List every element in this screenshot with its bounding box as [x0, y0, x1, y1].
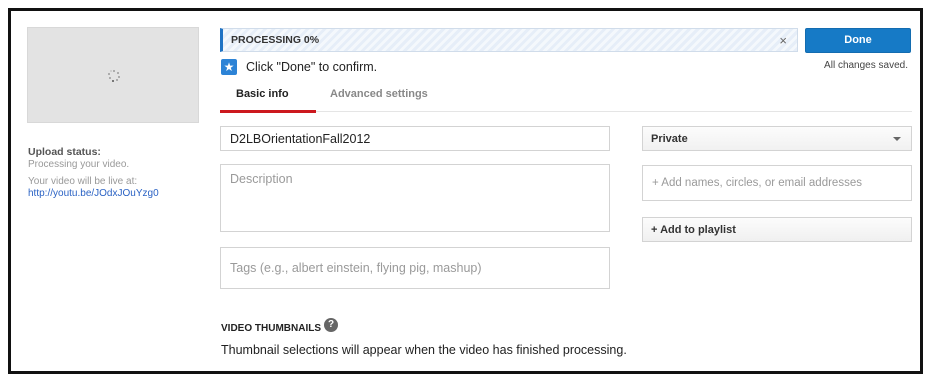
active-tab-indicator: [220, 110, 316, 113]
save-status: All changes saved.: [824, 60, 908, 71]
upload-status: Upload status: Processing your video. Yo…: [28, 146, 208, 200]
tab-advanced-settings[interactable]: Advanced settings: [330, 88, 428, 100]
thumbnails-heading-row: VIDEO THUMBNAILS ?: [221, 318, 627, 335]
processing-bar: PROCESSING 0% ×: [220, 28, 798, 52]
privacy-value: Private: [651, 133, 688, 145]
thumbnails-heading: VIDEO THUMBNAILS: [221, 322, 321, 334]
star-icon: ★: [221, 59, 237, 75]
live-url-caption: Your video will be live at:: [28, 176, 138, 187]
thumbnails-note: Thumbnail selections will appear when th…: [221, 343, 627, 357]
description-input[interactable]: [220, 164, 610, 232]
video-thumbnail: [27, 27, 199, 123]
tab-basic-info[interactable]: Basic info: [236, 88, 289, 100]
upload-panel: Upload status: Processing your video. Yo…: [8, 8, 923, 374]
privacy-select[interactable]: Private: [642, 126, 912, 151]
caret-down-icon: [893, 137, 901, 141]
done-button[interactable]: Done: [805, 28, 911, 53]
video-url-link[interactable]: http://youtu.be/JOdxJOuYzg0: [28, 188, 159, 199]
confirm-text: Click "Done" to confirm.: [246, 60, 378, 74]
close-icon[interactable]: ×: [779, 33, 787, 48]
processing-label: PROCESSING 0%: [231, 34, 320, 46]
video-thumbnails-section: VIDEO THUMBNAILS ? Thumbnail selections …: [221, 318, 627, 357]
loading-spinner-icon: [108, 70, 120, 82]
help-icon[interactable]: ?: [324, 318, 338, 332]
title-input[interactable]: [220, 126, 610, 151]
tags-input[interactable]: [220, 247, 610, 289]
add-to-playlist-button[interactable]: + Add to playlist: [642, 217, 912, 242]
share-input[interactable]: [642, 165, 912, 201]
confirm-message: ★ Click "Done" to confirm.: [221, 58, 377, 76]
upload-status-text: Processing your video.: [28, 159, 130, 170]
upload-status-label: Upload status:: [28, 146, 101, 158]
tab-bar: Basic info Advanced settings: [220, 82, 912, 113]
